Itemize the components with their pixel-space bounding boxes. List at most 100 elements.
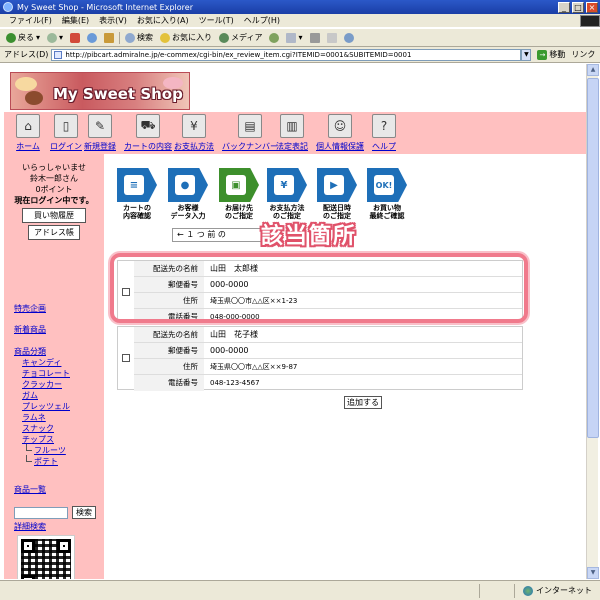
tree-connector bbox=[26, 455, 32, 462]
sidebar-link-cracker[interactable]: クラッカー bbox=[22, 379, 62, 390]
address-dropdown-button[interactable]: ▼ bbox=[521, 48, 532, 61]
page-icon bbox=[54, 50, 63, 59]
highlight-label: 該当箇所 bbox=[261, 224, 358, 249]
nav-legal[interactable]: ▥ 法定表記 bbox=[276, 114, 308, 152]
qr-corner bbox=[21, 539, 35, 553]
menu-edit[interactable]: 編集(E) bbox=[57, 15, 94, 26]
scroll-down-button[interactable]: ▼ bbox=[587, 567, 599, 579]
go-button[interactable]: → 移動 bbox=[537, 49, 565, 60]
sidebar-link-gum[interactable]: ガム bbox=[22, 390, 38, 401]
home-button[interactable] bbox=[102, 32, 116, 43]
step-delivery: ▣ お届け先 のご指定 bbox=[218, 168, 260, 220]
menu-view[interactable]: 表示(V) bbox=[94, 15, 132, 26]
page-viewport: My Sweet Shop ⌂ ホーム ▯ ログイン ✎ 新規登録 ⛟ カートの… bbox=[4, 64, 586, 579]
status-bar: インターネット bbox=[0, 580, 600, 600]
phone-number: 048-123-4567 bbox=[210, 379, 260, 387]
menu-tools[interactable]: ツール(T) bbox=[194, 15, 239, 26]
links-button[interactable]: リンク bbox=[571, 49, 595, 60]
nav-payment[interactable]: ¥ お支払方法 bbox=[174, 114, 214, 152]
qr-corner bbox=[21, 575, 35, 579]
scroll-up-button[interactable]: ▲ bbox=[587, 64, 599, 76]
step-delivery-date: ▶ 配送日時 のご指定 bbox=[316, 168, 358, 220]
search-icon bbox=[125, 32, 136, 43]
back-button[interactable]: 戻る ▾ bbox=[4, 32, 42, 43]
close-button[interactable]: × bbox=[586, 1, 598, 13]
sidebar: いらっしゃいませ 鈴木一郎さん 0ポイント 現在ログイン中です。 買い物履歴 ア… bbox=[4, 154, 104, 579]
sidebar-link-pretzel[interactable]: プレッツェル bbox=[22, 401, 70, 412]
step-customer-data: ● お客様 データ入力 bbox=[167, 168, 209, 220]
shopping-cart-icon: ⛟ bbox=[136, 114, 160, 138]
forward-button[interactable]: ▾ bbox=[45, 32, 65, 43]
vertical-scrollbar[interactable]: ▲ ▼ bbox=[586, 64, 599, 579]
purchase-history-button[interactable]: 買い物履歴 bbox=[22, 208, 86, 223]
address-input[interactable]: http://pibcart.admiralne.jp/e-commex/cgi… bbox=[51, 48, 522, 61]
question-icon: ? bbox=[372, 114, 396, 138]
media-icon bbox=[219, 32, 230, 43]
sidebar-search-input[interactable] bbox=[14, 507, 68, 519]
mail-button[interactable]: ▾ bbox=[284, 32, 304, 43]
go-arrow-icon: → bbox=[537, 49, 548, 60]
add-address-button[interactable]: 追加する bbox=[344, 396, 382, 409]
step-payment: ¥ お支払方法 のご指定 bbox=[266, 168, 308, 220]
search-button[interactable]: 検索 bbox=[123, 32, 155, 43]
sidebar-link-advanced-search[interactable]: 詳細検索 bbox=[14, 521, 46, 532]
nav-privacy[interactable]: ☺ 個人情報保護 bbox=[316, 114, 364, 152]
sidebar-link-fruit[interactable]: フルーツ bbox=[34, 445, 66, 456]
shop-banner[interactable]: My Sweet Shop bbox=[10, 72, 190, 110]
qr-code bbox=[17, 535, 75, 579]
menu-file[interactable]: ファイル(F) bbox=[4, 15, 57, 26]
magazine-icon: ▤ bbox=[238, 114, 262, 138]
nav-backnumber[interactable]: ▤ バックナンバー bbox=[222, 114, 278, 152]
menu-favorites[interactable]: お気に入り(A) bbox=[132, 15, 194, 26]
recipient-name: 山田 花子様 bbox=[210, 330, 258, 339]
refresh-button[interactable] bbox=[85, 32, 99, 43]
sidebar-search-button[interactable]: 検索 bbox=[72, 506, 96, 519]
yen-card-step-icon: ¥ bbox=[274, 175, 294, 195]
sidebar-link-potato[interactable]: ポテト bbox=[34, 456, 58, 467]
media-button[interactable]: メディア bbox=[217, 32, 264, 43]
sidebar-link-new[interactable]: 新着商品 bbox=[14, 324, 46, 335]
address-book-button[interactable]: アドレス帳 bbox=[28, 225, 80, 240]
edit-icon bbox=[326, 32, 337, 43]
window-titlebar: My Sweet Shop - Microsoft Internet Explo… bbox=[0, 0, 600, 14]
print-button[interactable] bbox=[308, 32, 322, 43]
edit-button[interactable] bbox=[325, 32, 339, 43]
address-entry: 配送先の名前 山田 花子様 郵便番号 000-0000 住所 埼玉県〇〇市△△区××9… bbox=[117, 326, 523, 391]
sidebar-link-ramune[interactable]: ラムネ bbox=[22, 412, 46, 423]
sidebar-link-candy[interactable]: キャンディ bbox=[22, 357, 61, 368]
minimize-button[interactable]: _ bbox=[558, 1, 570, 13]
mail-icon bbox=[286, 32, 297, 43]
history-button[interactable] bbox=[267, 32, 281, 43]
stop-button[interactable] bbox=[68, 32, 82, 43]
scroll-thumb[interactable] bbox=[587, 78, 599, 438]
messenger-button[interactable] bbox=[342, 32, 356, 43]
nav-help[interactable]: ? ヘルプ bbox=[372, 114, 396, 152]
cart-step-icon: ≡ bbox=[124, 175, 144, 195]
ie-logo-icon bbox=[3, 2, 13, 12]
sidebar-link-category[interactable]: 商品分類 bbox=[14, 346, 46, 357]
maximize-button[interactable]: □ bbox=[572, 1, 584, 13]
address-text: 埼玉県〇〇市△△区××9-87 bbox=[210, 362, 298, 371]
site-navbar: ⌂ ホーム ▯ ログイン ✎ 新規登録 ⛟ カートの内容 ¥ お支払方法 ▤ バ… bbox=[4, 112, 586, 154]
user-name: 鈴木一郎さん bbox=[30, 174, 78, 183]
globe-icon bbox=[523, 585, 533, 596]
previous-step-button[interactable]: ← １ つ 前 の bbox=[172, 228, 268, 242]
ok-step-icon: OK! bbox=[374, 175, 394, 195]
sidebar-link-product-list[interactable]: 商品一覧 bbox=[14, 484, 46, 495]
delivery-box-step-icon: ▣ bbox=[226, 175, 246, 195]
nav-cart[interactable]: ⛟ カートの内容 bbox=[124, 114, 172, 152]
nav-home[interactable]: ⌂ ホーム bbox=[16, 114, 40, 152]
menu-help[interactable]: ヘルプ(H) bbox=[239, 15, 285, 26]
sidebar-link-snack[interactable]: スナック bbox=[22, 423, 54, 434]
nav-login[interactable]: ▯ ログイン bbox=[50, 114, 82, 152]
sidebar-link-special[interactable]: 特売企画 bbox=[14, 303, 46, 314]
nav-register[interactable]: ✎ 新規登録 bbox=[84, 114, 116, 152]
favorites-button[interactable]: お気に入り bbox=[158, 32, 214, 43]
address-checkbox[interactable] bbox=[122, 354, 130, 362]
forward-arrow-icon bbox=[47, 32, 58, 43]
home-icon bbox=[104, 32, 115, 43]
postal-code: 000-0000 bbox=[210, 346, 249, 355]
person-icon: ☺ bbox=[328, 114, 352, 138]
security-zone: インターネット bbox=[514, 583, 600, 598]
sidebar-link-chocolate[interactable]: チョコレート bbox=[22, 368, 70, 379]
